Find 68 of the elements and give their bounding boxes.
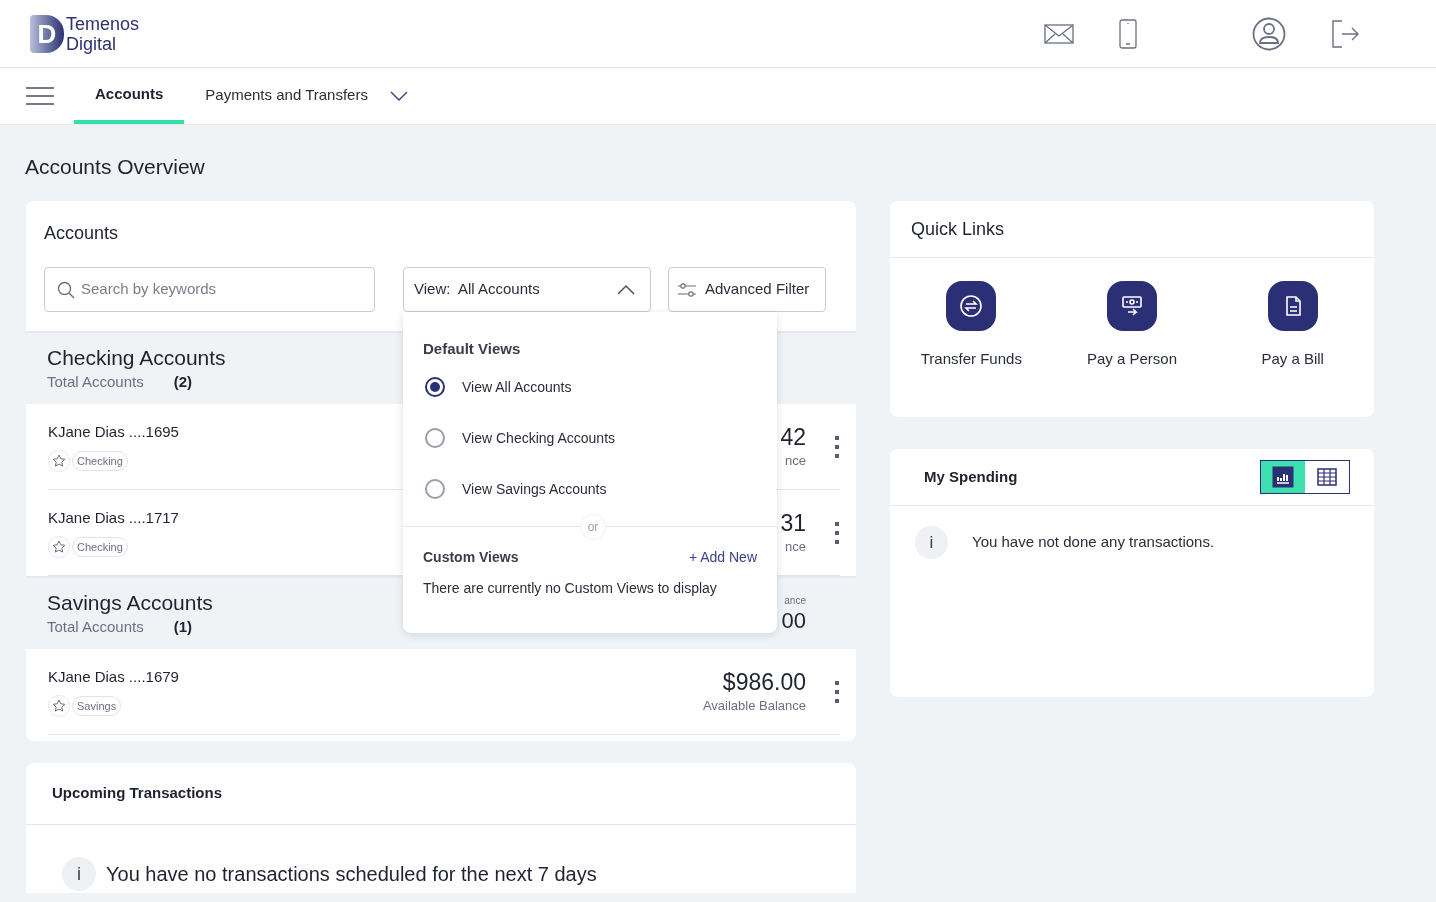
menu-heading: Custom Views	[423, 547, 519, 567]
nav-tab[interactable]: Accounts	[74, 68, 185, 124]
view-toggle[interactable]	[1261, 461, 1305, 493]
or-divider-label: or	[580, 513, 606, 540]
mail-icon[interactable]	[1044, 23, 1074, 44]
menu-option[interactable]: View Savings Accounts	[462, 478, 607, 500]
card-title: Accounts	[44, 222, 120, 245]
table-icon	[1316, 466, 1338, 488]
menu-option[interactable]: View Checking Accounts	[462, 427, 616, 449]
balance-label: nce	[785, 451, 806, 470]
more-options-icon[interactable]	[834, 434, 840, 459]
account-name[interactable]: KJane Dias ....1695	[48, 421, 179, 444]
page-title: Accounts Overview	[25, 154, 206, 180]
balance-amount: 00	[781, 608, 806, 634]
card-title: My Spending	[924, 466, 1018, 487]
quick-link-button[interactable]	[1267, 281, 1318, 331]
nav-tab[interactable]: Payments and Transfers	[184, 68, 389, 124]
group-title: Checking Accounts	[47, 344, 226, 371]
bar-chart-icon	[1272, 466, 1294, 488]
balance-label: Available Balance	[702, 696, 806, 715]
logo-mark: D	[30, 14, 64, 53]
card-title: Upcoming Transactions	[26, 763, 856, 825]
empty-message: There are currently no Custom Views to display	[423, 578, 718, 598]
more-options-icon[interactable]	[834, 679, 840, 704]
transfer-icon	[959, 294, 984, 318]
user-icon[interactable]	[1252, 16, 1286, 51]
more-options-icon[interactable]	[834, 520, 840, 545]
search-icon	[57, 280, 75, 299]
balance-amount: 31	[780, 508, 806, 537]
empty-message: You have not done any transactions.	[972, 532, 1215, 553]
quick-link-label[interactable]: Transfer Funds	[920, 348, 1022, 371]
radio-button[interactable]	[425, 428, 445, 448]
advanced-filter-button[interactable]: Advanced Filter	[668, 267, 826, 312]
chevron-up-icon	[616, 283, 636, 296]
info-icon: i	[915, 526, 948, 559]
view-select[interactable]: View: All Accounts	[403, 267, 651, 312]
balance-label: nce	[785, 537, 806, 556]
balance-amount: 42	[780, 422, 806, 451]
phone-icon[interactable]	[1118, 18, 1138, 49]
balance-amount: $986.00	[722, 667, 806, 696]
menu-heading: Default Views	[423, 339, 522, 359]
logo-text: Temenos	[66, 13, 140, 34]
radio-button[interactable]	[425, 479, 445, 499]
quick-link-label[interactable]: Pay a Bill	[1261, 348, 1324, 371]
total-label: Total Accounts	[47, 371, 144, 392]
empty-message: You have no transactions scheduled for the next 7 days	[106, 862, 597, 887]
account-name[interactable]: KJane Dias ....1679	[48, 666, 179, 689]
logout-icon[interactable]	[1330, 18, 1360, 49]
menu-option[interactable]: View All Accounts	[462, 376, 572, 398]
total-count: (1)	[173, 616, 193, 637]
account-name[interactable]: KJane Dias ....1717	[48, 507, 179, 530]
info-icon: i	[62, 857, 96, 891]
logo-text: Digital	[66, 33, 118, 54]
search-field[interactable]: Search by keywords	[44, 267, 375, 312]
card-title: Quick Links	[890, 201, 1374, 258]
filter-icon	[677, 281, 697, 298]
search-input[interactable]: Search by keywords	[81, 278, 362, 301]
quick-link-button[interactable]	[1107, 281, 1157, 331]
money-transfer-icon	[1120, 294, 1144, 318]
add-new-link[interactable]: + Add New	[688, 546, 757, 568]
total-label: Total Accounts	[47, 616, 144, 637]
quick-link-label[interactable]: Pay a Person	[1086, 348, 1177, 371]
total-count: (2)	[173, 371, 193, 392]
group-title: Savings Accounts	[47, 589, 213, 616]
quick-link-button[interactable]	[946, 281, 997, 331]
balance-label: ance	[784, 594, 806, 608]
radio-button[interactable]	[425, 377, 445, 397]
chevron-down-icon[interactable]	[389, 91, 408, 101]
